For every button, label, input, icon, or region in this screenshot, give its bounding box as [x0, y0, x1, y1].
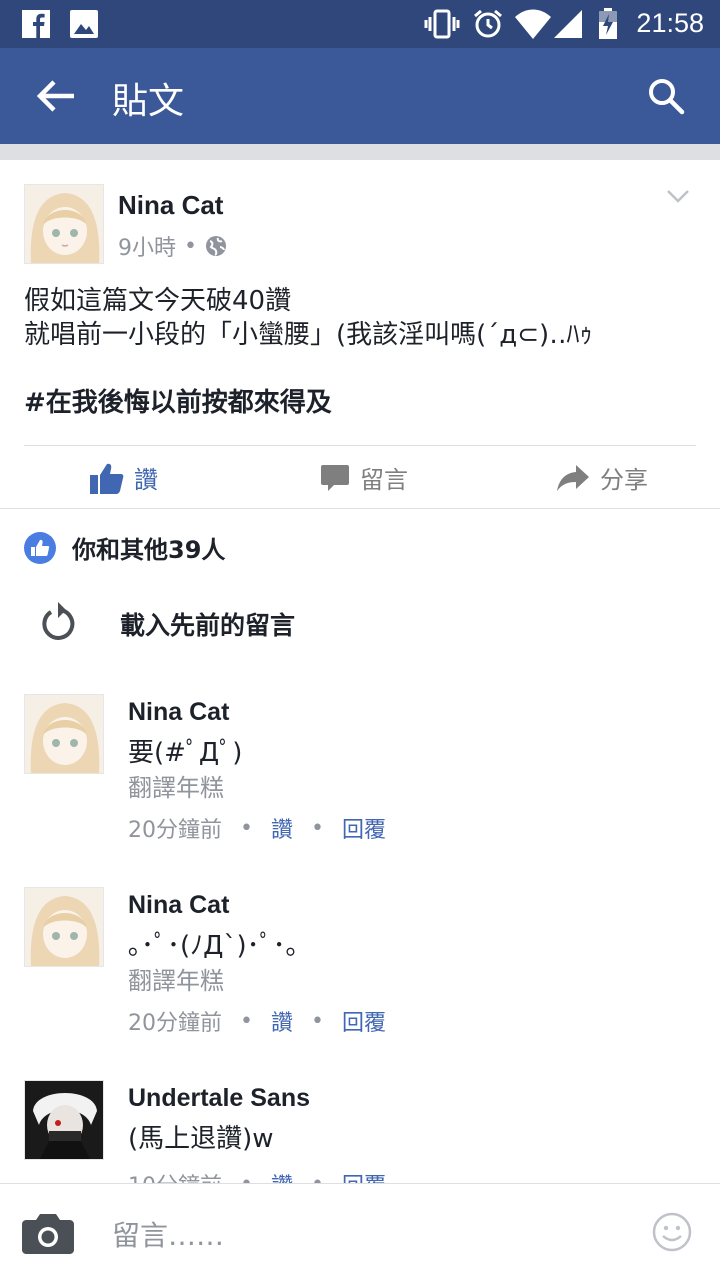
- comment-reply-link[interactable]: 回覆: [342, 812, 386, 844]
- comment-item: Nina Cat 要(#ﾟДﾟ) 翻譯年糕 20分鐘前 • 讚 • 回覆: [0, 694, 720, 844]
- thumbs-up-icon: [90, 463, 124, 494]
- comment-like-link[interactable]: 讚: [271, 812, 293, 844]
- meta-separator: •: [311, 1172, 324, 1184]
- like-button[interactable]: 讚: [90, 460, 158, 495]
- post-body: 假如這篇文今天破40讚 就唱前一小段的「小蠻腰」(我該淫叫嗎(´д⊂)‥ﾊｩ #…: [24, 284, 696, 420]
- load-previous-comments[interactable]: 載入先前的留言: [40, 600, 295, 644]
- comment-input[interactable]: 留言……: [112, 1214, 224, 1254]
- comment-time: 20分鐘前: [128, 1011, 222, 1036]
- post-actions: 讚 留言 分享: [0, 446, 720, 508]
- chevron-down-icon[interactable]: [666, 186, 690, 206]
- post-line-1: 假如這篇文今天破40讚: [24, 286, 292, 316]
- comment-reply-link[interactable]: 回覆: [342, 1005, 386, 1037]
- comment-avatar[interactable]: [24, 694, 104, 774]
- comment-avatar[interactable]: [24, 887, 104, 967]
- post-line-2: 就唱前一小段的「小蠻腰」(我該淫叫嗎(´д⊂)‥ﾊｩ: [24, 320, 593, 350]
- alarm-icon: [474, 9, 502, 38]
- back-arrow-icon[interactable]: [34, 76, 78, 116]
- meta-separator: •: [240, 815, 253, 841]
- like-reaction-icon: [24, 531, 56, 564]
- meta-separator: •: [240, 1008, 253, 1034]
- comment-author[interactable]: Nina Cat: [128, 698, 229, 727]
- camera-icon[interactable]: [22, 1212, 74, 1254]
- top-separator: [0, 144, 720, 160]
- post-author-name[interactable]: Nina Cat: [118, 190, 223, 221]
- likes-count-text: 你和其他39人: [72, 536, 226, 564]
- comment-composer: 留言……: [0, 1183, 720, 1280]
- post-author-avatar[interactable]: [24, 184, 104, 264]
- page-title: 貼文: [112, 81, 185, 122]
- status-bar: 21:58: [0, 0, 720, 48]
- meta-separator: •: [184, 233, 197, 259]
- like-label: 讚: [134, 466, 158, 494]
- post-hashtag[interactable]: #在我後悔以前按都來得及: [24, 386, 696, 420]
- translate-link[interactable]: 翻譯年糕: [128, 768, 224, 803]
- comment-bubble-icon: [321, 464, 349, 491]
- meta-separator: •: [311, 1008, 324, 1034]
- comment-button[interactable]: 留言: [320, 460, 408, 495]
- battery-charging-icon: [599, 8, 617, 39]
- image-notification-icon: [70, 10, 98, 38]
- share-label: 分享: [600, 466, 648, 494]
- comment-item: Nina Cat ｡･ﾟ･(ﾉД`)･ﾟ･｡ 翻譯年糕 20分鐘前 • 讚 • …: [0, 887, 720, 1037]
- wifi-icon: [515, 9, 551, 39]
- comment-text: ｡･ﾟ･(ﾉД`)･ﾟ･｡: [128, 931, 299, 961]
- comment-meta: 20分鐘前 • 讚 • 回覆: [128, 1005, 386, 1037]
- comment-avatar[interactable]: [24, 1080, 104, 1160]
- comment-meta: 10分鐘前 • 讚 • 回覆: [128, 1168, 386, 1184]
- comment-time: 20分鐘前: [128, 818, 222, 843]
- post-time[interactable]: 9小時: [118, 230, 176, 262]
- search-icon[interactable]: [646, 76, 686, 116]
- load-previous-label: 載入先前的留言: [120, 611, 296, 640]
- comment-meta: 20分鐘前 • 讚 • 回覆: [128, 812, 386, 844]
- share-button[interactable]: 分享: [556, 460, 648, 495]
- signal-icon: [554, 10, 582, 38]
- facebook-notification-icon: [22, 10, 50, 38]
- emoji-icon[interactable]: [652, 1212, 692, 1252]
- vibrate-icon: [424, 9, 460, 39]
- meta-separator: •: [311, 815, 324, 841]
- comment-text: (馬上退讚)w: [128, 1124, 274, 1154]
- likes-summary[interactable]: 你和其他39人: [24, 530, 225, 565]
- comment-text: 要(#ﾟДﾟ): [128, 738, 243, 768]
- comment-like-link[interactable]: 讚: [271, 1168, 293, 1183]
- status-time: 21:58: [636, 8, 704, 38]
- share-arrow-icon: [557, 464, 589, 491]
- comment-author[interactable]: Undertale Sans: [128, 1084, 310, 1113]
- comment-time: 10分鐘前: [128, 1168, 222, 1183]
- globe-icon: [205, 236, 226, 256]
- comment-like-link[interactable]: 讚: [271, 1005, 293, 1037]
- translate-link[interactable]: 翻譯年糕: [128, 961, 224, 996]
- comment-label: 留言: [360, 466, 408, 494]
- reload-icon: [42, 602, 75, 640]
- comment-item: Undertale Sans (馬上退讚)w 10分鐘前 • 讚 • 回覆: [0, 1080, 720, 1183]
- comment-reply-link[interactable]: 回覆: [342, 1168, 386, 1183]
- comment-author[interactable]: Nina Cat: [128, 891, 229, 920]
- app-bar: 貼文: [0, 48, 720, 144]
- post-meta: 9小時 •: [118, 230, 227, 262]
- actions-divider: [0, 508, 720, 509]
- meta-separator: •: [240, 1172, 253, 1184]
